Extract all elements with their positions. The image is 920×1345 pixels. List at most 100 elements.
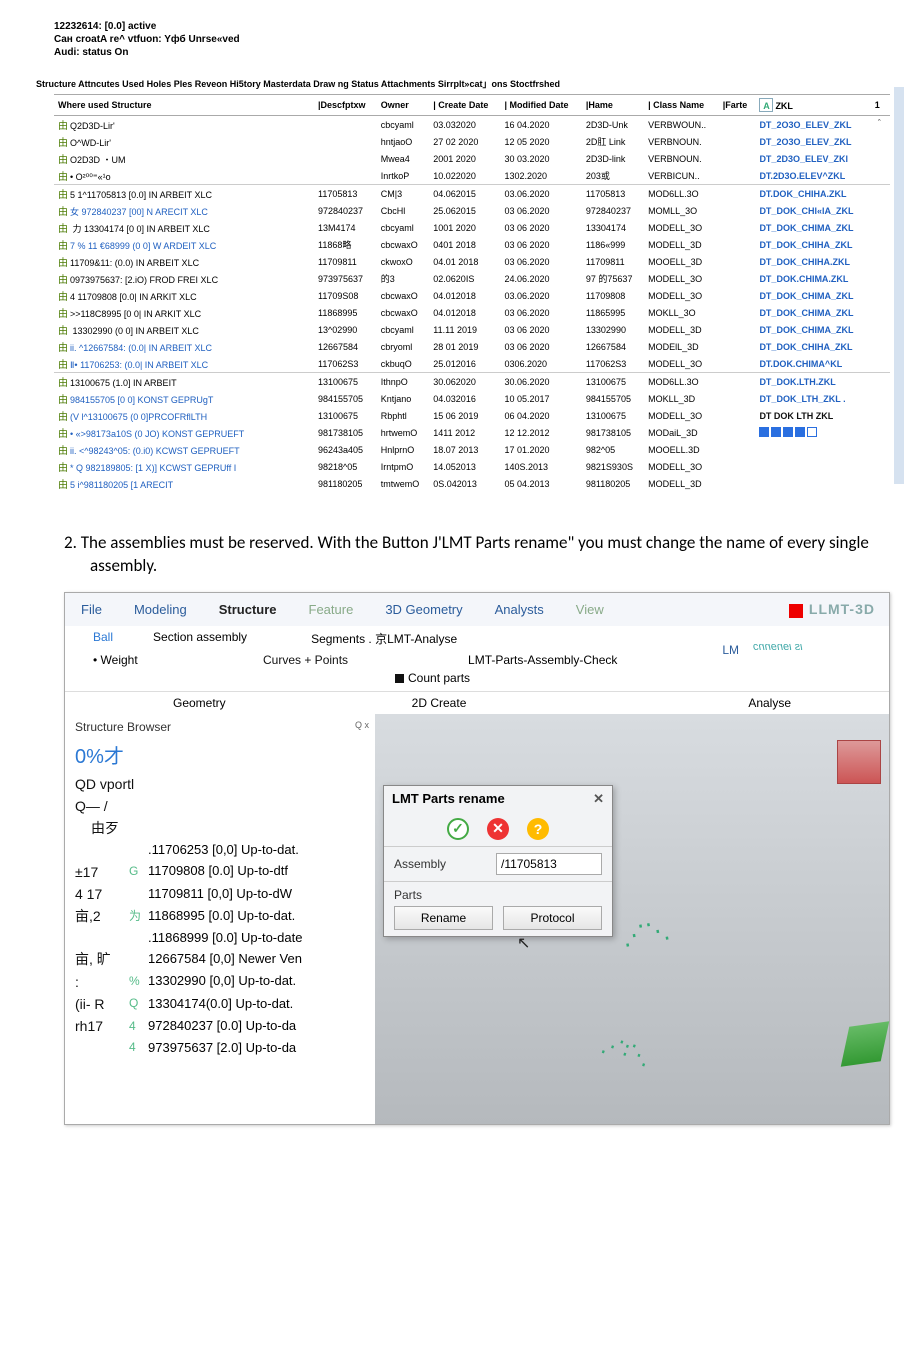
table-row[interactable]: 由 力 13304174 [0 0] IN ARBEIT XLC13M4174c… — [54, 219, 890, 236]
cell-mdate: 0306.2020 — [501, 355, 582, 373]
table-row[interactable]: 由984155705 [0 0] KONST GEPRUgT984155705K… — [54, 390, 890, 407]
table-row[interactable]: 由* Q 982189805: [1 X)] KCWST GEPRUff I98… — [54, 458, 890, 475]
cell-hname: 11709811 — [582, 253, 644, 270]
zkl-cell: DT.2D3O.ELEV^ZKL — [759, 171, 845, 181]
table-row[interactable]: 由13100675 (1.0] IN ARBEIT13100675IthnpO3… — [54, 373, 890, 391]
cell-classname: MOOELL.3D — [644, 441, 719, 458]
col-where[interactable]: Where used Structure — [54, 95, 314, 116]
submenu-section-assembly[interactable]: Section assembly — [153, 630, 247, 647]
table-row[interactable]: 由5 1^11705813 [0.0] IN ARBEIT XLC1170581… — [54, 185, 890, 203]
menu-modeling[interactable]: Modeling — [118, 599, 203, 620]
table-row[interactable]: 由(V l^13100675 (0 0]PRCOFRflLTH13100675R… — [54, 407, 890, 424]
cell-mdate: 06 04.2020 — [501, 407, 582, 424]
cell-classname: MOD6LL.3O — [644, 373, 719, 391]
table-row[interactable]: 由>>118C8995 [0 0| IN ARKIT XLC11868995cb… — [54, 304, 890, 321]
table-row[interactable]: 由11709&11: (0.0) IN ARBEIT XLC11709811ck… — [54, 253, 890, 270]
table-row[interactable]: 由ii. ^12667584: (0.0| IN ARBEIT XLC12667… — [54, 338, 890, 355]
menu-feature[interactable]: Feature — [293, 599, 370, 620]
col-one[interactable]: 1 — [871, 95, 890, 116]
cell-classname: MODELL_3O — [644, 219, 719, 236]
cell-desc — [314, 150, 377, 167]
cell-owner: hrtwemO — [377, 424, 430, 441]
submenu-segments[interactable]: Segments . 京LMT-Analyse — [311, 630, 457, 647]
rename-button[interactable]: Rename — [394, 906, 493, 930]
table-row[interactable]: 由7 % 11 €68999 (0 0] W ARDEIT XLC11868略c… — [54, 236, 890, 253]
table-row[interactable]: 由女 972840237 [00] N ARECIT XLC972840237C… — [54, 202, 890, 219]
table-row[interactable]: 由O^WD-Lir'hntjaoO27 02 202012 05 20202D肛… — [54, 133, 890, 150]
cell-desc: 96243a405 — [314, 441, 377, 458]
list-item[interactable]: 亩,2为11868995 [0.0] Up-to-dat. — [75, 905, 369, 927]
col-mdate[interactable]: | Modified Date — [501, 95, 582, 116]
menu-structure[interactable]: Structure — [203, 599, 293, 620]
cell-hname: 13302990 — [582, 321, 644, 338]
submenu-curves[interactable]: Curves + Points — [263, 653, 348, 667]
list-item[interactable]: .11868999 [0.0] Up-to-date — [75, 928, 369, 949]
cell-classname: MOMLL_3O — [644, 202, 719, 219]
cell-owner: cbcyaml — [377, 219, 430, 236]
count-parts-row[interactable]: Count parts — [65, 669, 889, 691]
item-prefix: (ii- R — [75, 994, 129, 1014]
assembly-input[interactable] — [496, 853, 602, 875]
table-row[interactable]: 由Ⅱ• 11706253: (0.0| IN ARBEIT XLC117062S… — [54, 355, 890, 373]
table-row[interactable]: 由4 11709808 [0.0| IN ARKIT XLC11709S08cb… — [54, 287, 890, 304]
table-row[interactable]: 由• «>98173a10S (0 JO) KONST GEPRUEFT9817… — [54, 424, 890, 441]
submenu-weight[interactable]: • Weight — [93, 653, 263, 667]
viewport-nav-cube[interactable] — [837, 740, 881, 784]
tree-label: • «>98173a10S (0 JO) KONST GEPRUEFT — [70, 429, 244, 439]
list-item[interactable]: rh174972840237 [0.0] Up-to-da — [75, 1015, 369, 1037]
table-row[interactable]: 由0973975637: [2.iO) FROD FREI XLC9739756… — [54, 270, 890, 287]
footer-analyse[interactable]: Analyse — [650, 696, 889, 710]
col-cdate[interactable]: | Create Date — [429, 95, 500, 116]
list-item[interactable]: 亩, 旷12667584 [0,0] Newer Ven — [75, 948, 369, 970]
dialog-ok-icon[interactable]: ✓ — [447, 818, 469, 840]
list-item[interactable]: ±17G11709808 [0.0] Up-to-dtf — [75, 861, 369, 883]
dialog-help-icon[interactable]: ? — [527, 818, 549, 840]
cell-hname: 981180205 — [582, 475, 644, 492]
list-item[interactable]: 4 1711709811 [0,0] Up-to-dW — [75, 883, 369, 905]
zkl-icon: A — [759, 98, 773, 112]
cell-desc: 11868995 — [314, 304, 377, 321]
tree-label: 984155705 [0 0] KONST GEPRUgT — [70, 395, 213, 405]
browser-qx[interactable]: Q x — [355, 720, 369, 730]
menu-view[interactable]: View — [560, 599, 620, 620]
cell-desc: 984155705 — [314, 390, 377, 407]
table-row[interactable]: 由5 i^981180205 [1 ARECIT981180205tmtwemO… — [54, 475, 890, 492]
submenu-ball[interactable]: Ball — [93, 630, 113, 647]
col-zkl[interactable]: AZKL — [755, 95, 870, 116]
table-row[interactable]: 由 13302990 (0 0] IN ARBEIT XLC13^02990cb… — [54, 321, 890, 338]
footer-geometry[interactable]: Geometry — [93, 696, 412, 710]
col-classname[interactable]: | Class Name — [644, 95, 719, 116]
cell-cdate: 04.012018 — [429, 304, 500, 321]
menu-file[interactable]: File — [65, 599, 118, 620]
list-item[interactable]: .11706253 [0,0] Up-to-dat. — [75, 840, 369, 861]
menu-3dgeometry[interactable]: 3D Geometry — [369, 599, 478, 620]
cell-extra — [871, 355, 890, 373]
cell-extra — [871, 321, 890, 338]
col-farte[interactable]: |Farte — [719, 95, 756, 116]
list-item[interactable]: (ii- RQ13304174(0.0] Up-to-dat. — [75, 993, 369, 1015]
cell-desc: 981738105 — [314, 424, 377, 441]
tab-strip[interactable]: Structure Attncutes Used Holes Ples Reve… — [36, 77, 920, 90]
table-row[interactable]: 由O2D3D ・UMMwea42001 202030 03.20202D3D-l… — [54, 150, 890, 167]
tree-icon: 由 — [58, 172, 68, 183]
submenu-assy-check[interactable]: LMT-Parts-Assembly-Check — [468, 653, 617, 667]
dialog-close-icon[interactable]: ✕ — [593, 791, 604, 807]
cell-owner: Rbphtl — [377, 407, 430, 424]
footer-2dcreate[interactable]: 2D Create — [412, 696, 651, 710]
cell-cdate: 18.07 2013 — [429, 441, 500, 458]
menu-analysts[interactable]: Analysts — [479, 599, 560, 620]
list-item[interactable]: 4973975637 [2.0] Up-to-da — [75, 1038, 369, 1059]
cell-hname: 1186«999 — [582, 236, 644, 253]
tree-label: 0973975637: [2.iO) FROD FREI XLC — [70, 275, 218, 285]
table-row[interactable]: 由Q2D3D-Lir'cbcyaml03.03202016 04.20202D3… — [54, 116, 890, 134]
cell-owner: cbryoml — [377, 338, 430, 355]
col-hname[interactable]: |Hame — [582, 95, 644, 116]
table-row[interactable]: 由ii. <^98243^05: (0.i0) KCWST GEPRUEFT96… — [54, 441, 890, 458]
protocol-button[interactable]: Protocol — [503, 906, 602, 930]
brand-badge-icon — [789, 604, 803, 618]
list-item[interactable]: :%13302990 [0,0] Up-to-dat. — [75, 971, 369, 993]
col-owner[interactable]: Owner — [377, 95, 430, 116]
col-desc[interactable]: |Descfptxw — [314, 95, 377, 116]
table-row[interactable]: 由• O²⁰⁰⁼«¹ᴏInrtkoP10.0220201302.2020203或… — [54, 167, 890, 185]
dialog-cancel-icon[interactable]: ✕ — [487, 818, 509, 840]
